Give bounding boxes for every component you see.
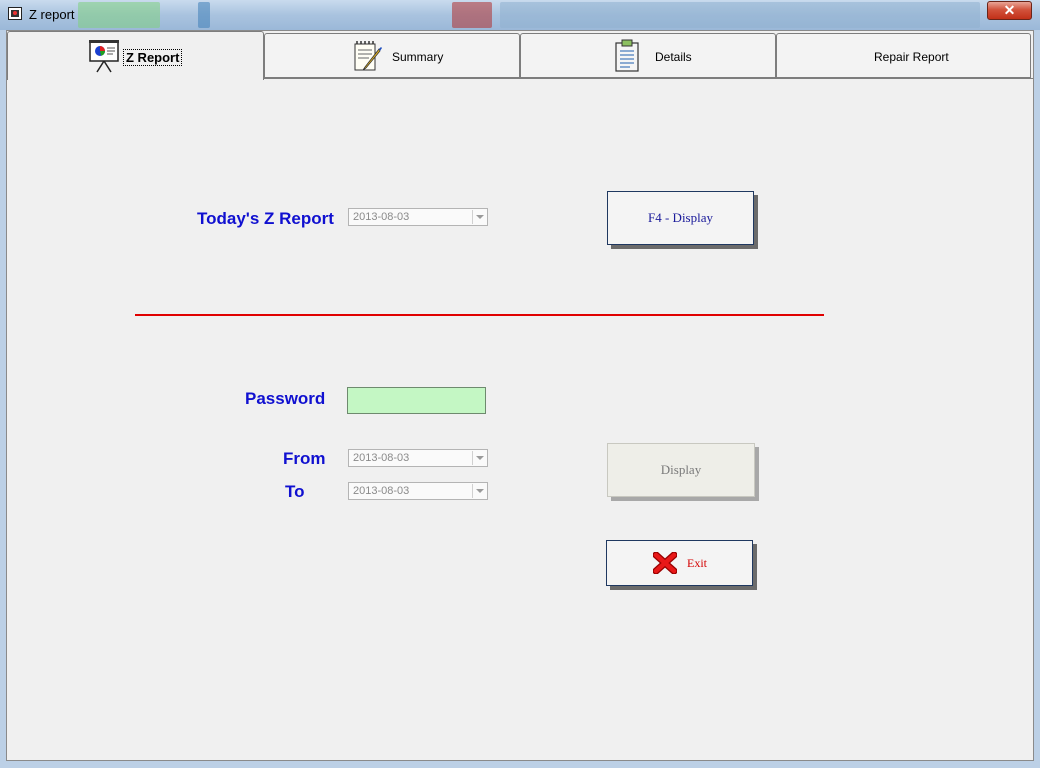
exit-label: Exit	[687, 556, 707, 570]
password-label: Password	[245, 389, 326, 408]
tab-z-report[interactable]: Z Report	[7, 31, 264, 80]
to-label: To	[285, 482, 305, 501]
password-field[interactable]	[347, 387, 486, 414]
from-label: From	[283, 449, 326, 468]
tab-label: Repair Report	[874, 50, 949, 64]
combo-value: 2013-08-03	[353, 452, 410, 464]
tab-label: Details	[655, 50, 692, 64]
presentation-board-icon	[89, 40, 119, 73]
exit-button[interactable]: Exit	[606, 540, 753, 586]
app-icon	[8, 7, 22, 20]
from-date-combo[interactable]: 2013-08-03	[348, 449, 488, 467]
tab-label: Z Report	[123, 49, 183, 66]
tab-label: Summary	[392, 50, 444, 64]
z-report-window: Z report ✕ Z Report Summary Details Repa…	[0, 0, 1040, 768]
f4-display-button[interactable]: F4 - Display	[607, 191, 754, 245]
background-app-strip	[452, 2, 492, 28]
chevron-down-icon[interactable]	[472, 484, 486, 498]
tab-repair-report[interactable]: Repair Report	[776, 33, 1031, 78]
window-title: Z report	[29, 7, 75, 22]
display-button[interactable]: Display	[607, 443, 755, 497]
to-date-combo[interactable]: 2013-08-03	[348, 482, 488, 500]
notepad-pen-icon	[354, 41, 382, 71]
combo-value: 2013-08-03	[353, 211, 410, 223]
red-x-icon	[653, 552, 677, 574]
main-panel: Z Report Summary Details Repair Report T…	[6, 30, 1034, 761]
tab-summary[interactable]: Summary	[264, 33, 520, 78]
today-date-combo[interactable]: 2013-08-03	[348, 208, 488, 226]
title-bar[interactable]: Z report ✕	[0, 0, 1040, 30]
todays-z-report-label: Today's Z Report	[197, 209, 334, 228]
clipboard-icon	[615, 39, 639, 72]
section-divider	[135, 314, 824, 316]
background-app-strip	[500, 2, 980, 28]
background-app-strip	[198, 2, 210, 28]
tab-bar: Z Report Summary Details Repair Report	[7, 31, 1033, 80]
close-button[interactable]: ✕	[987, 1, 1032, 20]
background-app-strip	[78, 2, 160, 28]
combo-value: 2013-08-03	[353, 485, 410, 497]
tab-details[interactable]: Details	[520, 33, 776, 78]
chevron-down-icon[interactable]	[472, 451, 486, 465]
chevron-down-icon[interactable]	[472, 210, 486, 224]
